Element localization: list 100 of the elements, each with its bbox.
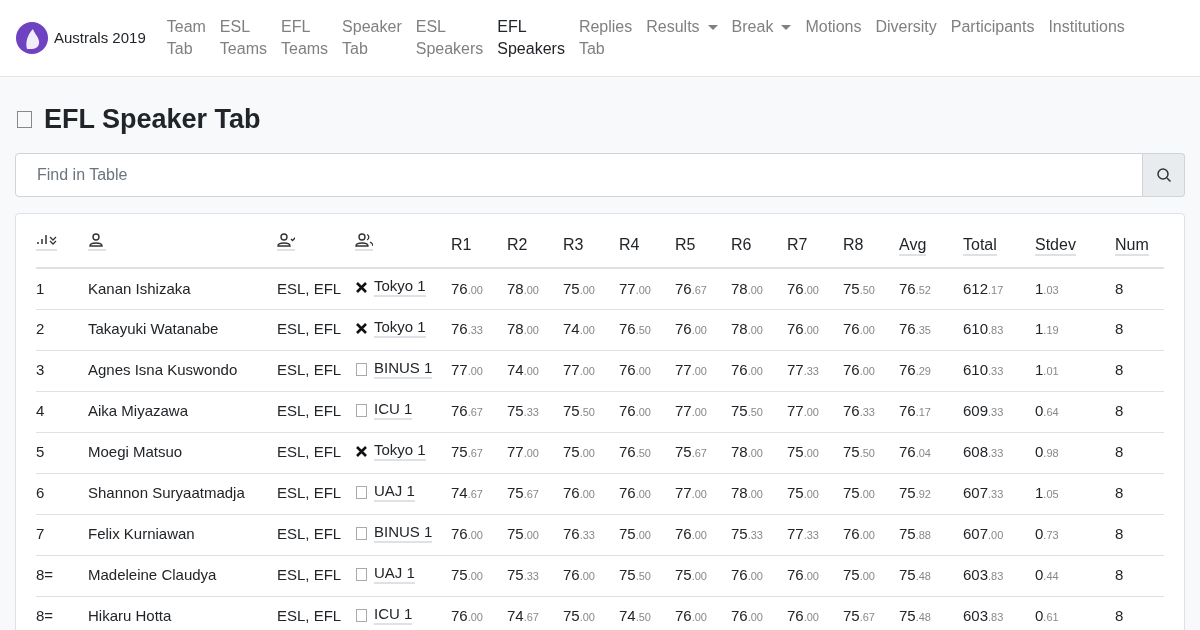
score-cell: 603.83 <box>963 555 1035 596</box>
search-button[interactable] <box>1143 153 1185 197</box>
brand-name[interactable]: Australs 2019 <box>54 26 146 50</box>
column-header[interactable]: R4 <box>619 235 640 254</box>
score-cell: 74.00 <box>507 350 563 391</box>
score-cell: 75.67 <box>451 432 507 473</box>
score-cell: 78.00 <box>731 268 787 309</box>
column-header[interactable]: R3 <box>563 235 584 254</box>
column-header[interactable]: Num <box>1115 235 1149 256</box>
team-link[interactable]: Tokyo 1 <box>374 277 426 298</box>
category-cell: ESL, EFL <box>277 473 355 514</box>
team-link[interactable]: BINUS 1 <box>374 523 433 543</box>
score-cell: 0.98 <box>1035 432 1115 473</box>
category-cell: ESL, EFL <box>277 350 355 391</box>
column-header[interactable]: R2 <box>507 235 528 254</box>
nav-link[interactable]: Break <box>724 16 799 38</box>
score-cell: 77.00 <box>675 350 731 391</box>
nav-link[interactable]: Team Tab <box>159 16 213 60</box>
score-cell: 77.00 <box>507 432 563 473</box>
category-cell: ESL, EFL <box>277 555 355 596</box>
score-cell: 1.03 <box>1035 268 1115 309</box>
name-cell: Takayuki Watanabe <box>88 309 277 350</box>
score-cell: 77.33 <box>787 514 843 555</box>
team-link[interactable]: Tokyo 1 <box>374 441 426 461</box>
search-icon <box>1155 167 1172 183</box>
nav-link[interactable]: EFL Speakers <box>490 16 572 60</box>
nav-link[interactable]: Replies Tab <box>571 16 640 60</box>
score-cell: 76.00 <box>787 309 843 350</box>
category-cell: ESL, EFL <box>277 309 355 350</box>
team-link[interactable]: ICU 1 <box>374 400 413 420</box>
rank-cell: 6 <box>36 473 88 514</box>
nav-link[interactable]: ESL Speakers <box>408 16 491 60</box>
people-icon[interactable] <box>355 231 373 251</box>
score-cell: 76.35 <box>899 309 963 350</box>
count-cell: 8 <box>1115 268 1164 309</box>
score-cell: 76.00 <box>843 309 899 350</box>
score-cell: 76.00 <box>451 268 507 309</box>
team-link[interactable]: Tokyo 1 <box>374 318 426 338</box>
column-header[interactable]: R8 <box>843 235 864 254</box>
person-check-icon[interactable] <box>277 231 295 251</box>
rank-cell: 8= <box>36 555 88 596</box>
score-cell: 75.00 <box>843 473 899 514</box>
nav-link[interactable]: Motions <box>798 16 869 38</box>
score-cell: 75.50 <box>843 268 899 309</box>
score-cell: 76.00 <box>787 268 843 309</box>
score-cell: 75.33 <box>731 514 787 555</box>
nav-link[interactable]: Participants <box>943 16 1042 38</box>
column-header[interactable]: R7 <box>787 235 808 254</box>
nav-link[interactable]: Diversity <box>868 16 944 38</box>
score-cell: 75.00 <box>675 555 731 596</box>
score-cell: 75.33 <box>507 391 563 432</box>
nav-link[interactable]: Speaker Tab <box>335 16 409 60</box>
nav-link[interactable]: Institutions <box>1041 16 1132 38</box>
score-cell: 76.00 <box>619 391 675 432</box>
score-cell: 76.00 <box>675 309 731 350</box>
score-cell: 75.48 <box>899 555 963 596</box>
score-cell: 76.67 <box>451 391 507 432</box>
score-cell: 78.00 <box>731 432 787 473</box>
score-cell: 77.00 <box>563 350 619 391</box>
nav-link[interactable]: ESL Teams <box>212 16 274 60</box>
team-link[interactable]: BINUS 1 <box>374 359 433 379</box>
score-cell: 75.00 <box>563 596 619 630</box>
score-cell: 76.00 <box>731 555 787 596</box>
score-cell: 77.00 <box>451 350 507 391</box>
logo-icon[interactable] <box>16 22 48 54</box>
score-cell: 0.44 <box>1035 555 1115 596</box>
page-title: EFL Speaker Tab <box>44 103 261 136</box>
nav-link[interactable]: Results <box>639 16 725 38</box>
team-link[interactable]: ICU 1 <box>374 605 413 625</box>
score-cell: 612.17 <box>963 268 1035 309</box>
team-link[interactable]: UAJ 1 <box>374 564 415 584</box>
rank-cell: 3 <box>36 350 88 391</box>
column-header[interactable]: R6 <box>731 235 752 254</box>
score-cell: 77.00 <box>675 473 731 514</box>
count-cell: 8 <box>1115 596 1164 630</box>
column-header[interactable]: Avg <box>899 235 927 256</box>
page-icon <box>17 110 32 128</box>
score-cell: 607.00 <box>963 514 1035 555</box>
count-cell: 8 <box>1115 350 1164 391</box>
score-cell: 77.00 <box>675 391 731 432</box>
team-link[interactable]: UAJ 1 <box>374 482 415 502</box>
score-cell: 78.00 <box>507 268 563 309</box>
nav-link[interactable]: EFL Teams <box>274 16 336 60</box>
score-cell: 74.00 <box>563 309 619 350</box>
person-icon[interactable] <box>88 231 106 251</box>
column-header[interactable]: R5 <box>675 235 696 254</box>
score-cell: 76.00 <box>675 514 731 555</box>
name-cell: Aika Miyazawa <box>88 391 277 432</box>
count-cell: 8 <box>1115 391 1164 432</box>
search-field[interactable]: Find in Table <box>15 153 1143 197</box>
category-cell: ESL, EFL <box>277 596 355 630</box>
column-header[interactable]: Stdev <box>1035 235 1076 256</box>
score-cell: 74.50 <box>619 596 675 630</box>
column-header[interactable]: Total <box>963 235 997 256</box>
score-cell: 77.00 <box>787 391 843 432</box>
score-cell: 76.00 <box>563 473 619 514</box>
score-cell: 75.50 <box>619 555 675 596</box>
name-cell: Madeleine Claudya <box>88 555 277 596</box>
column-header[interactable]: R1 <box>451 235 472 254</box>
score-cell: 0.73 <box>1035 514 1115 555</box>
